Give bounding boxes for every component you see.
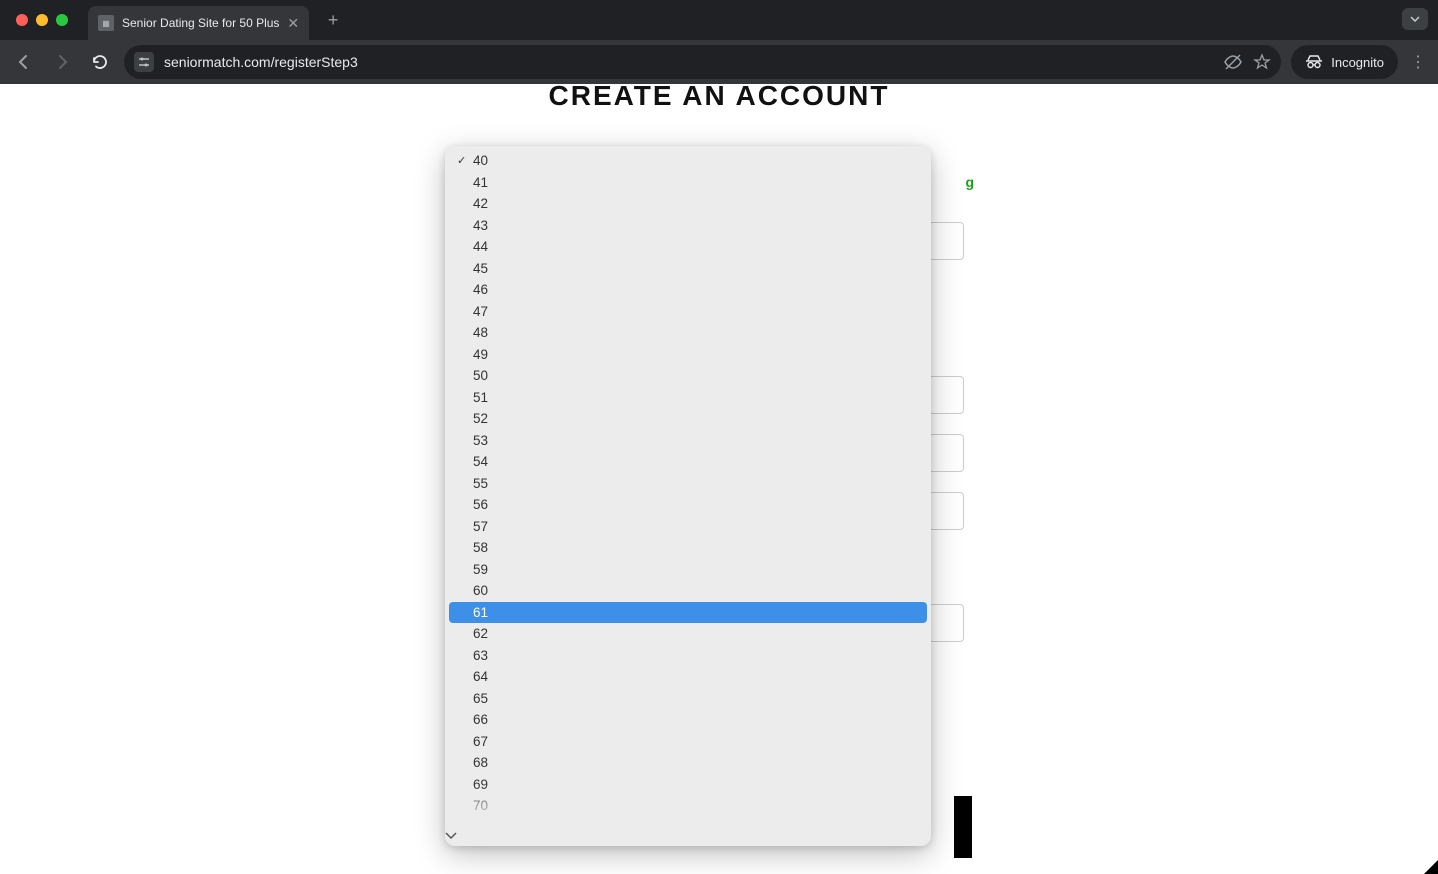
age-option-41[interactable]: 41 xyxy=(449,172,927,194)
age-option-48[interactable]: 48 xyxy=(449,322,927,344)
url-text: seniormatch.com/registerStep3 xyxy=(164,54,1213,70)
age-option-55[interactable]: 55 xyxy=(449,473,927,495)
tabs-overflow-button[interactable] xyxy=(1402,8,1428,30)
address-bar[interactable]: seniormatch.com/registerStep3 xyxy=(124,45,1281,79)
age-option-43[interactable]: 43 xyxy=(449,215,927,237)
age-option-68[interactable]: 68 xyxy=(449,752,927,774)
age-option-51[interactable]: 51 xyxy=(449,387,927,409)
age-option-62[interactable]: 62 xyxy=(449,623,927,645)
age-option-70[interactable]: 70 xyxy=(449,795,927,816)
close-window-button[interactable] xyxy=(16,14,28,26)
age-option-53[interactable]: 53 xyxy=(449,430,927,452)
submit-button-partial[interactable] xyxy=(954,796,972,858)
age-option-42[interactable]: 42 xyxy=(449,193,927,215)
age-option-54[interactable]: 54 xyxy=(449,451,927,473)
age-option-49[interactable]: 49 xyxy=(449,344,927,366)
age-option-61[interactable]: 61 xyxy=(449,602,927,624)
browser-menu-button[interactable]: ⋮ xyxy=(1408,52,1428,72)
close-tab-icon[interactable]: ✕ xyxy=(287,15,299,32)
age-option-46[interactable]: 46 xyxy=(449,279,927,301)
age-option-58[interactable]: 58 xyxy=(449,537,927,559)
age-option-60[interactable]: 60 xyxy=(449,580,927,602)
age-option-40[interactable]: 40 xyxy=(449,150,927,172)
reload-icon xyxy=(91,53,109,71)
age-option-57[interactable]: 57 xyxy=(449,516,927,538)
arrow-left-icon xyxy=(15,53,33,71)
minimize-window-button[interactable] xyxy=(36,14,48,26)
age-option-66[interactable]: 66 xyxy=(449,709,927,731)
age-option-59[interactable]: 59 xyxy=(449,559,927,581)
chevron-down-icon xyxy=(1410,16,1420,22)
arrow-right-icon xyxy=(53,53,71,71)
bookmark-star-icon[interactable] xyxy=(1253,53,1271,71)
eye-off-icon[interactable] xyxy=(1223,52,1243,72)
age-option-69[interactable]: 69 xyxy=(449,774,927,796)
reload-button[interactable] xyxy=(86,48,114,76)
age-option-45[interactable]: 45 xyxy=(449,258,927,280)
tab-title: Senior Dating Site for 50 Plus xyxy=(122,16,279,30)
browser-tab-strip: ▦ Senior Dating Site for 50 Plus ✕ + xyxy=(0,0,1438,40)
favicon-icon: ▦ xyxy=(98,15,114,31)
page-title: CREATE AN ACCOUNT xyxy=(0,80,1438,112)
incognito-label: Incognito xyxy=(1331,55,1384,70)
back-button[interactable] xyxy=(10,48,38,76)
incognito-icon xyxy=(1305,55,1323,69)
window-controls xyxy=(16,14,68,26)
age-option-63[interactable]: 63 xyxy=(449,645,927,667)
seeking-label-fragment: g xyxy=(965,174,974,190)
age-dropdown[interactable]: 4041424344454647484950515253545556575859… xyxy=(445,146,931,846)
forward-button[interactable] xyxy=(48,48,76,76)
age-option-56[interactable]: 56 xyxy=(449,494,927,516)
browser-toolbar: seniormatch.com/registerStep3 Incognito … xyxy=(0,40,1438,84)
new-tab-button[interactable]: + xyxy=(319,6,347,34)
maximize-window-button[interactable] xyxy=(56,14,68,26)
chevron-down-icon xyxy=(445,832,457,840)
age-option-52[interactable]: 52 xyxy=(449,408,927,430)
age-dropdown-list: 4041424344454647484950515253545556575859… xyxy=(445,146,931,816)
age-option-50[interactable]: 50 xyxy=(449,365,927,387)
incognito-badge[interactable]: Incognito xyxy=(1291,45,1398,79)
site-settings-icon[interactable] xyxy=(134,52,154,72)
browser-tab[interactable]: ▦ Senior Dating Site for 50 Plus ✕ xyxy=(88,6,309,40)
resize-handle[interactable] xyxy=(1424,860,1438,874)
age-option-67[interactable]: 67 xyxy=(449,731,927,753)
age-option-64[interactable]: 64 xyxy=(449,666,927,688)
tune-icon xyxy=(137,55,151,69)
age-option-47[interactable]: 47 xyxy=(449,301,927,323)
age-option-65[interactable]: 65 xyxy=(449,688,927,710)
dropdown-scroll-down[interactable] xyxy=(445,832,931,840)
age-option-44[interactable]: 44 xyxy=(449,236,927,258)
